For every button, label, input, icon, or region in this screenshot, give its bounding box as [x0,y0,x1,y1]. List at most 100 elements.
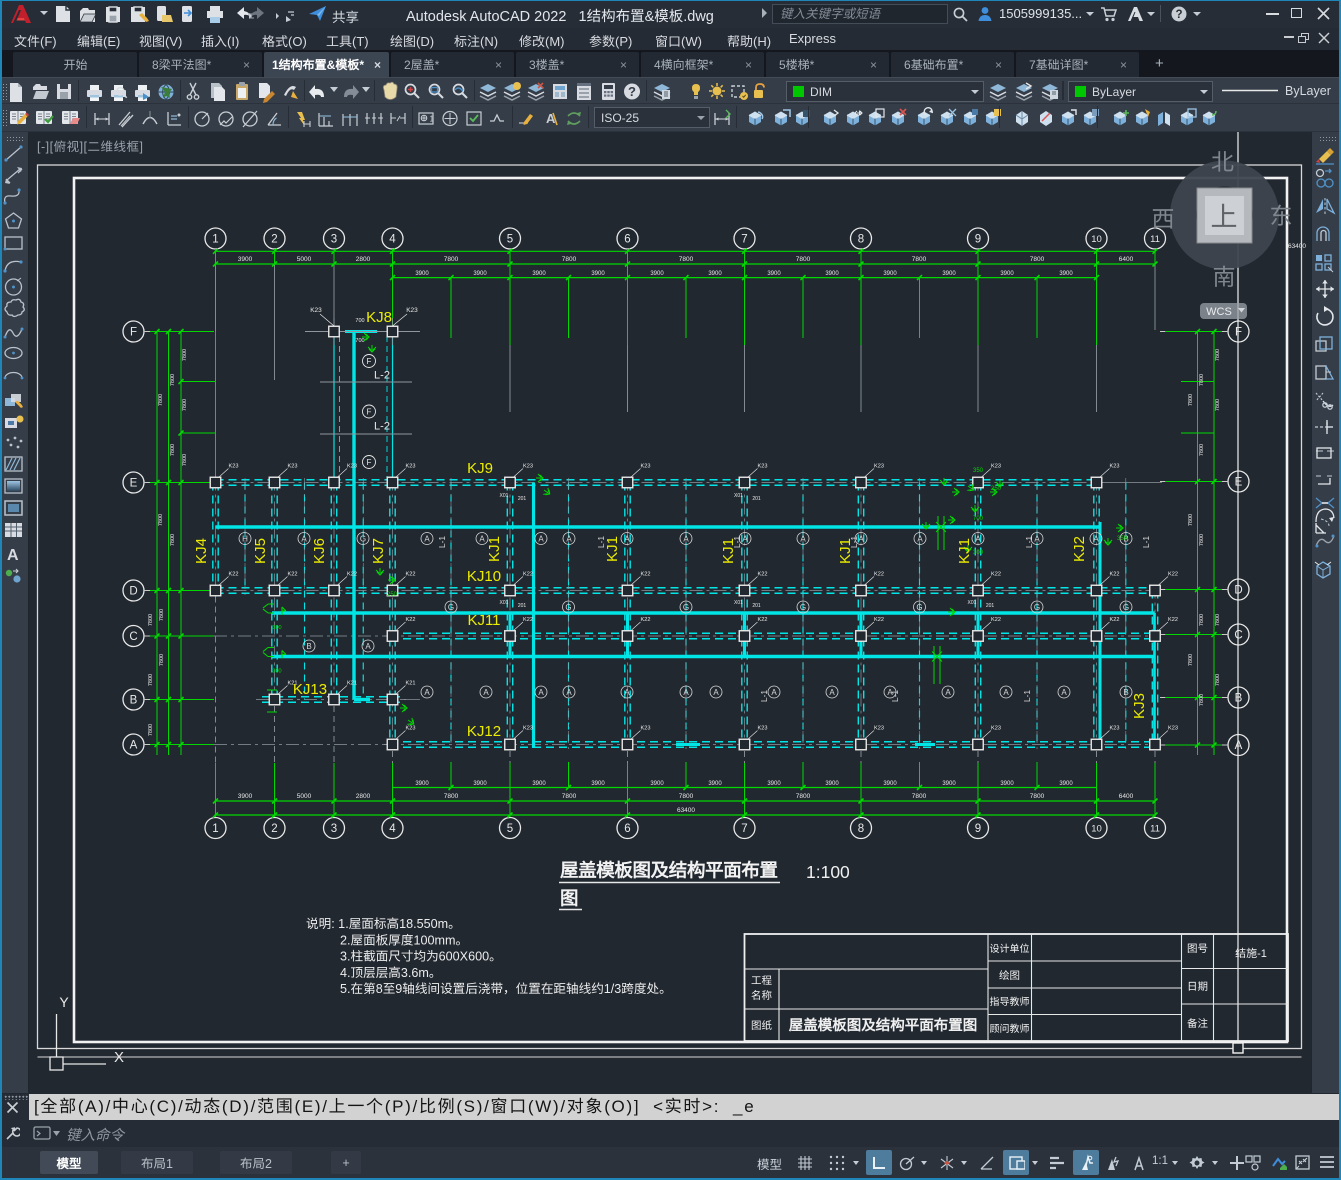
svg-text:K22: K22 [991,572,1001,578]
svg-text:H: H [242,534,248,543]
svg-text:备注: 备注 [1187,1018,1209,1030]
svg-text:7800: 7800 [148,614,154,626]
svg-text:F: F [130,327,137,339]
svg-text:3900: 3900 [883,781,897,787]
svg-text:300: 300 [272,669,281,675]
svg-text:KJ5: KJ5 [252,538,269,564]
svg-text:A: A [771,688,777,697]
svg-text:300: 300 [973,550,984,556]
svg-text:K23: K23 [229,464,239,470]
svg-text:A: A [624,534,630,543]
svg-text:7800: 7800 [1199,374,1205,386]
svg-text:L-1: L-1 [1022,690,1032,703]
svg-text:3900: 3900 [825,271,839,277]
svg-text:B: B [1123,688,1128,697]
svg-text:G: G [360,534,366,543]
svg-text:K23: K23 [758,464,768,470]
svg-text:E: E [130,478,138,490]
svg-text:7800: 7800 [1199,534,1205,546]
svg-text:K22: K22 [347,572,357,578]
svg-text:201: 201 [518,603,527,609]
svg-text:5.在第8至9轴线间设置后浇带，位置在距轴线约1/3跨度处。: 5.在第8至9轴线间设置后浇带，位置在距轴线约1/3跨度处。 [340,982,672,996]
svg-text:KJ4: KJ4 [193,538,210,564]
svg-text:7800: 7800 [444,256,459,263]
svg-text:A: A [301,534,307,543]
svg-text:700: 700 [355,338,364,344]
svg-text:西: 西 [1152,206,1175,232]
svg-text:3900: 3900 [942,781,956,787]
svg-text:250: 250 [991,486,1002,492]
svg-text:K23: K23 [406,307,418,314]
svg-text:5000: 5000 [297,256,312,263]
svg-text:顾问教师: 顾问教师 [990,1023,1030,1035]
svg-text:7800: 7800 [170,444,176,456]
svg-text:3900: 3900 [942,271,956,277]
svg-text:A: A [483,688,489,697]
svg-text:F: F [367,357,372,366]
svg-text:KJ13: KJ13 [293,681,327,698]
svg-text:K23: K23 [523,726,533,732]
svg-text:7800: 7800 [182,349,188,361]
svg-text:X01: X01 [500,493,509,499]
svg-text:2.屋面板厚度100mm。: 2.屋面板厚度100mm。 [340,933,468,947]
svg-text:7800: 7800 [1215,674,1221,686]
svg-text:3900: 3900 [883,271,897,277]
svg-text:F: F [367,458,372,467]
svg-text:3900: 3900 [238,793,253,800]
svg-text:K22: K22 [523,572,533,578]
svg-text:A: A [1093,534,1099,543]
svg-text:K22: K22 [229,572,239,578]
svg-text:10: 10 [1091,234,1102,245]
svg-text:A: A [538,688,544,697]
svg-text:7800: 7800 [1188,654,1194,666]
svg-text:7800: 7800 [796,256,811,263]
svg-text:K23: K23 [347,464,357,470]
svg-text:3900: 3900 [473,781,487,787]
svg-text:KJ12: KJ12 [467,723,501,740]
svg-text:KJ7: KJ7 [370,538,387,564]
svg-text:KJ11: KJ11 [467,612,500,629]
svg-text:K22: K22 [874,617,884,623]
svg-text:B: B [130,695,138,707]
svg-text:7800: 7800 [1199,444,1205,456]
svg-text:图纸: 图纸 [751,1020,772,1032]
svg-text:3900: 3900 [591,271,605,277]
svg-text:3900: 3900 [708,271,722,277]
svg-text:X: X [114,1049,124,1066]
svg-text:7800: 7800 [1030,256,1045,263]
svg-text:7: 7 [741,823,747,835]
svg-text:7800: 7800 [148,724,154,736]
svg-text:700: 700 [355,318,364,324]
svg-text:K22: K22 [991,617,1001,623]
svg-text:4: 4 [389,823,396,835]
svg-text:KJ1: KJ1 [486,536,503,562]
svg-text:3900: 3900 [650,781,664,787]
svg-text:3900: 3900 [708,781,722,787]
svg-text:3900: 3900 [473,271,487,277]
svg-text:3: 3 [331,823,337,835]
svg-text:3900: 3900 [650,271,664,277]
svg-text:结施-1: 结施-1 [1235,947,1267,960]
svg-text:G: G [1034,603,1040,612]
svg-text:K22: K22 [1168,617,1178,623]
svg-text:上: 上 [1211,202,1238,232]
svg-text:L-1: L-1 [1024,536,1034,549]
svg-text:K23: K23 [991,464,1001,470]
svg-text:3900: 3900 [591,781,605,787]
svg-text:6400: 6400 [1119,256,1134,263]
svg-text:B: B [1235,693,1243,705]
svg-text:7800: 7800 [679,256,694,263]
svg-text:3900: 3900 [415,271,429,277]
svg-text:5: 5 [507,234,513,246]
svg-text:6: 6 [624,234,630,246]
svg-text:7800: 7800 [182,454,188,466]
svg-text:7800: 7800 [170,534,176,546]
svg-text:11: 11 [1150,234,1160,245]
svg-text:2800: 2800 [356,256,371,263]
svg-text:K23: K23 [406,726,416,732]
svg-text:A: A [683,688,689,697]
svg-text:南: 南 [1213,264,1236,290]
svg-text:L-2: L-2 [374,370,390,382]
svg-text:G: G [1123,603,1129,612]
svg-text:KJ1: KJ1 [956,538,973,564]
